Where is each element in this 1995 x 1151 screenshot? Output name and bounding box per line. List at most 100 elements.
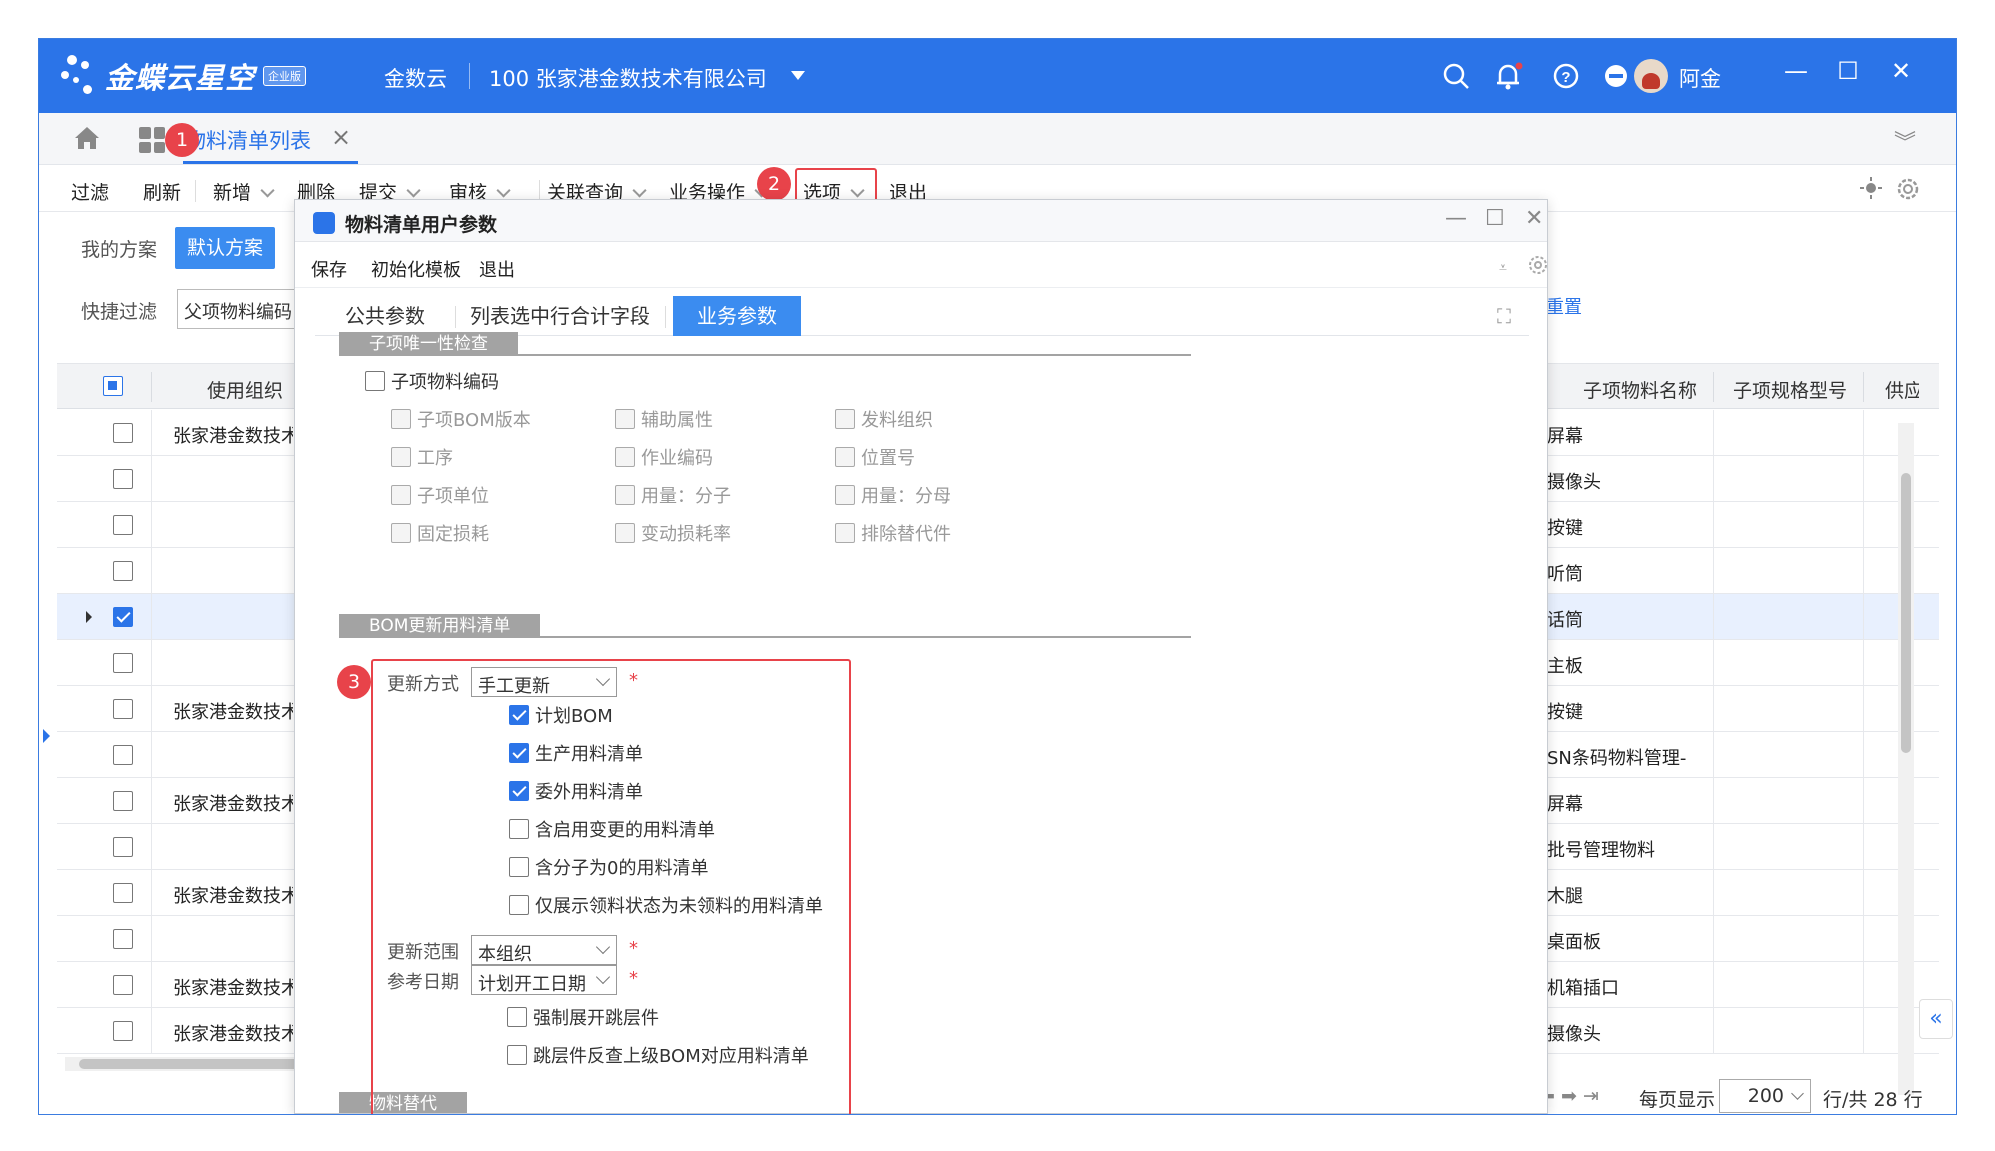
maximize-icon[interactable]: ☐ xyxy=(1831,57,1865,85)
col-use-org[interactable]: 使用组织 xyxy=(207,376,283,403)
horizontal-scrollbar[interactable] xyxy=(65,1057,315,1071)
row-checkbox[interactable] xyxy=(113,423,133,443)
row-checkbox[interactable] xyxy=(113,883,133,903)
cell-child-name: 摄像头 xyxy=(1547,1024,1601,1045)
row-checkbox[interactable] xyxy=(113,515,133,535)
option-label: 子项物料编码 xyxy=(391,372,499,393)
col-supplier[interactable]: 供应 xyxy=(1885,376,1919,403)
cell-divider xyxy=(1713,732,1714,778)
cell-divider xyxy=(151,778,152,824)
cell-divider xyxy=(1713,640,1714,686)
filter-button[interactable]: 过滤 xyxy=(71,178,109,205)
cell-divider xyxy=(1863,594,1864,640)
cell-use-org: 张家港金数技术 xyxy=(173,1024,293,1045)
tab-bar: 物料清单列表 × ︾ xyxy=(39,113,1956,165)
row-checkbox[interactable] xyxy=(113,653,133,673)
row-checkbox[interactable] xyxy=(113,837,133,857)
expand-icon[interactable]: ⛶ xyxy=(1497,304,1511,328)
help-icon[interactable]: ? xyxy=(1549,59,1583,93)
user-name[interactable]: 阿金 xyxy=(1679,63,1721,93)
dialog-gear-icon[interactable] xyxy=(1527,254,1548,276)
row-checkbox[interactable] xyxy=(113,975,133,995)
sun-icon[interactable] xyxy=(1859,176,1883,200)
checkbox[interactable] xyxy=(365,371,385,391)
apps-grid-icon[interactable] xyxy=(139,127,165,153)
select-all-checkbox[interactable] xyxy=(103,376,123,396)
row-checkbox[interactable] xyxy=(113,699,133,719)
step-badge-2: 2 xyxy=(757,167,791,201)
refresh-button[interactable]: 刷新 xyxy=(143,178,181,205)
cell-child-name: 按键 xyxy=(1547,518,1583,539)
search-icon[interactable] xyxy=(1439,59,1473,93)
cell-use-org: 张家港金数技术 xyxy=(173,886,293,907)
per-page-select[interactable]: 200 xyxy=(1719,1079,1811,1113)
tab-close-icon[interactable]: × xyxy=(331,123,351,151)
checkbox xyxy=(615,409,635,429)
add-button[interactable]: 新增 xyxy=(213,178,275,205)
checkbox xyxy=(391,409,411,429)
cell-child-name: 批号管理物料 xyxy=(1547,840,1655,861)
collapse-panel-button[interactable]: « xyxy=(1919,999,1953,1039)
edition-badge: 企业版 xyxy=(263,66,307,86)
app-name[interactable]: 金数云 xyxy=(384,63,447,93)
bell-icon[interactable] xyxy=(1491,59,1525,93)
dialog-collapse-icon[interactable]: ⩡ xyxy=(1499,260,1507,276)
vertical-scrollbar[interactable] xyxy=(1898,423,1914,1095)
col-child-spec[interactable]: 子项规格型号 xyxy=(1733,376,1847,403)
quick-filter-field[interactable]: 父项物料编码 xyxy=(177,289,297,329)
left-edge-marker-icon[interactable] xyxy=(43,729,50,743)
option-child-material-code[interactable]: 子项物料编码 xyxy=(365,368,499,394)
option-label: 工序 xyxy=(417,448,453,469)
dialog-init-template-button[interactable]: 初始化模板 xyxy=(371,256,461,282)
checkbox xyxy=(835,409,855,429)
col-child-name[interactable]: 子项物料名称 xyxy=(1583,376,1697,403)
tab-bom-list[interactable]: 物料清单列表 xyxy=(185,125,311,155)
cell-child-name: 桌面板 xyxy=(1547,932,1601,953)
bom-update-highlight xyxy=(371,659,851,1114)
default-scheme-button[interactable]: 默认方案 xyxy=(175,227,275,269)
dialog-save-button[interactable]: 保存 xyxy=(311,256,347,282)
home-icon[interactable] xyxy=(73,125,101,151)
cell-divider xyxy=(151,548,152,594)
uniqueness-option: 排除替代件 xyxy=(835,520,951,546)
cell-divider xyxy=(1863,732,1864,778)
row-checkbox[interactable] xyxy=(113,469,133,489)
dialog-exit-button[interactable]: 退出 xyxy=(479,256,515,282)
row-checkbox[interactable] xyxy=(113,1021,133,1041)
gear-icon[interactable] xyxy=(1895,176,1921,202)
dialog-maximize-icon[interactable]: ☐ xyxy=(1485,206,1505,231)
cell-divider xyxy=(151,732,152,778)
cell-use-org: 张家港金数技术 xyxy=(173,702,293,723)
option-label: 固定损耗 xyxy=(417,524,489,545)
row-checkbox[interactable] xyxy=(113,607,133,627)
checkbox xyxy=(615,485,635,505)
dialog-minimize-icon[interactable]: — xyxy=(1445,206,1467,231)
avatar[interactable] xyxy=(1634,59,1668,93)
row-checkbox[interactable] xyxy=(113,561,133,581)
uniqueness-option: 变动损耗率 xyxy=(615,520,731,546)
cell-child-name: 机箱插口 xyxy=(1547,978,1619,999)
tab-common-params[interactable]: 公共参数 xyxy=(325,296,445,336)
row-checkbox[interactable] xyxy=(113,745,133,765)
reset-link[interactable]: 重置 xyxy=(1546,293,1582,319)
company-dropdown-icon[interactable] xyxy=(791,71,805,80)
dialog-close-icon[interactable]: ✕ xyxy=(1525,206,1543,231)
checkbox xyxy=(615,447,635,467)
row-checkbox[interactable] xyxy=(113,929,133,949)
cell-divider xyxy=(1713,962,1714,1008)
minimize-icon[interactable]: — xyxy=(1779,57,1813,85)
horizontal-scroll-thumb[interactable] xyxy=(79,1059,299,1069)
vertical-scroll-thumb[interactable] xyxy=(1901,473,1911,753)
company-selector[interactable]: 100 张家港金数技术有限公司 xyxy=(489,63,767,93)
tab-list-total-fields[interactable]: 列表选中行合计字段 xyxy=(465,296,655,336)
step-badge-3: 3 xyxy=(337,665,371,699)
uniqueness-option: 用量：分母 xyxy=(835,482,951,508)
cell-divider xyxy=(151,686,152,732)
minus-circle-icon[interactable] xyxy=(1599,59,1633,93)
cell-child-name: 按键 xyxy=(1547,702,1583,723)
per-page-label: 每页显示 xyxy=(1639,1089,1716,1111)
double-chevron-down-icon[interactable]: ︾ xyxy=(1894,125,1916,157)
row-checkbox[interactable] xyxy=(113,791,133,811)
tab-business-params[interactable]: 业务参数 xyxy=(673,296,801,336)
close-window-icon[interactable]: ✕ xyxy=(1884,57,1918,85)
